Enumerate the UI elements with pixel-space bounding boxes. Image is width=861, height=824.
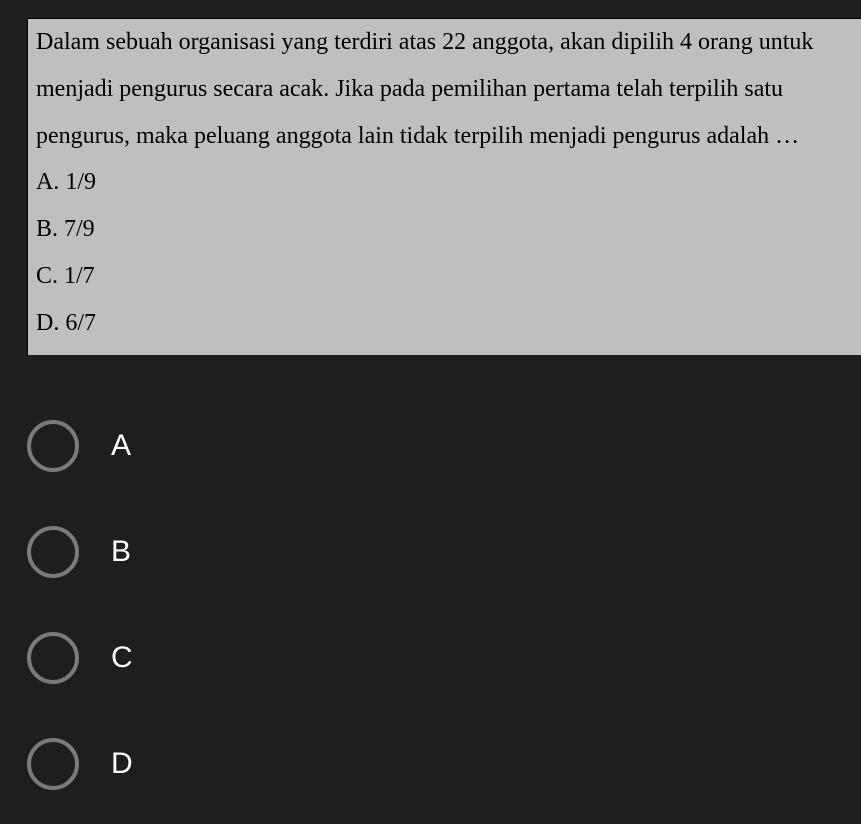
question-image-option-b: B. 7/9 bbox=[36, 206, 857, 253]
question-image: Dalam sebuah organisasi yang terdiri ata… bbox=[27, 18, 861, 355]
question-image-option-d: D. 6/7 bbox=[36, 300, 857, 347]
radio-icon bbox=[27, 420, 79, 472]
answer-options: A B C D bbox=[27, 420, 133, 790]
answer-option-c[interactable]: C bbox=[27, 632, 133, 684]
quiz-page: Dalam sebuah organisasi yang terdiri ata… bbox=[0, 0, 861, 824]
question-image-option-c: C. 1/7 bbox=[36, 253, 857, 300]
answer-label-a: A bbox=[111, 431, 131, 461]
answer-label-c: C bbox=[111, 643, 133, 673]
question-image-option-a: A. 1/9 bbox=[36, 159, 857, 206]
answer-option-b[interactable]: B bbox=[27, 526, 133, 578]
answer-label-d: D bbox=[111, 749, 133, 779]
radio-icon bbox=[27, 738, 79, 790]
answer-option-d[interactable]: D bbox=[27, 738, 133, 790]
question-image-options: A. 1/9 B. 7/9 C. 1/7 D. 6/7 bbox=[36, 159, 857, 346]
radio-icon bbox=[27, 526, 79, 578]
radio-icon bbox=[27, 632, 79, 684]
answer-label-b: B bbox=[111, 537, 131, 567]
answer-option-a[interactable]: A bbox=[27, 420, 133, 472]
question-stem: Dalam sebuah organisasi yang terdiri ata… bbox=[36, 19, 857, 159]
